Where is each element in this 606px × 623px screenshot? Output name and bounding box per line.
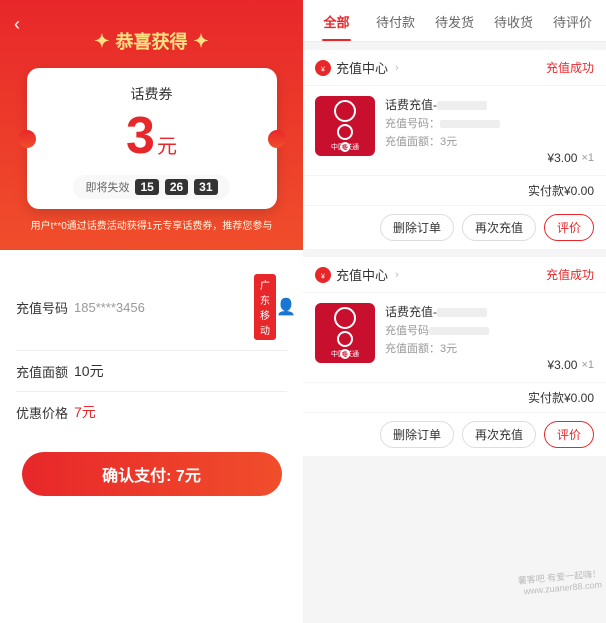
tab-待评价[interactable]: 待评价 bbox=[543, 0, 602, 41]
congrats-header: ✦ 恭喜获得 ✦ bbox=[94, 28, 208, 54]
store-icon: ¥ bbox=[315, 267, 331, 283]
review-button[interactable]: 评价 bbox=[544, 421, 594, 448]
order-body: 中国联通 话费充值- 充值号码： 充值面额：3元 ¥3.00 ×1 bbox=[303, 86, 606, 175]
store-name: 充值中心 bbox=[336, 265, 388, 284]
coupon-amount: 3 bbox=[126, 108, 155, 165]
back-button[interactable]: ‹ bbox=[14, 14, 20, 35]
product-detail-1: 充值号码 bbox=[385, 322, 594, 338]
product-image: 中国联通 bbox=[315, 303, 375, 363]
order-actions: 删除订单 再次充值 评价 bbox=[303, 205, 606, 249]
svg-text:¥: ¥ bbox=[321, 66, 325, 73]
promo-text: 用户t**0通过话费活动获得1元专享话费券，推荐您参与 bbox=[24, 219, 280, 234]
expire-label: 即将失效 bbox=[85, 179, 129, 195]
product-detail-1: 充值号码： bbox=[385, 115, 594, 131]
coupon-expire: 即将失效 15 26 31 bbox=[73, 175, 229, 199]
product-price-row: ¥3.00 ×1 bbox=[385, 151, 594, 165]
left-panel: ‹ ✦ 恭喜获得 ✦ 话费券 3 元 即将失效 15 26 31 用户t**0通… bbox=[0, 0, 303, 623]
product-name: 话费充值- bbox=[385, 96, 594, 113]
product-price-row: ¥3.00 ×1 bbox=[385, 358, 594, 372]
delete-order-button[interactable]: 删除订单 bbox=[380, 421, 454, 448]
order-status: 充值成功 bbox=[546, 266, 594, 283]
product-info: 话费充值- 充值号码 充值面额：3元 ¥3.00 ×1 bbox=[385, 303, 594, 372]
actual-price: 实付款¥0.00 bbox=[528, 389, 594, 406]
time-badge-3: 31 bbox=[194, 179, 217, 195]
sparkle-left-icon: ✦ bbox=[94, 31, 109, 52]
order-status: 充值成功 bbox=[546, 59, 594, 76]
product-info: 话费充值- 充值号码： 充值面额：3元 ¥3.00 ×1 bbox=[385, 96, 594, 165]
sparkle-right-icon: ✦ bbox=[194, 31, 209, 52]
order-footer: 实付款¥0.00 bbox=[303, 382, 606, 412]
coupon-title: 话费券 bbox=[131, 84, 173, 104]
tab-全部[interactable]: 全部 bbox=[307, 0, 366, 41]
person-icon[interactable]: 👤 bbox=[276, 297, 296, 317]
product-qty: ×1 bbox=[581, 359, 594, 371]
phone-row: 充值号码 广东移动 👤 bbox=[16, 264, 287, 351]
store-name: 充值中心 bbox=[336, 58, 388, 77]
carrier-tag: 广东移动 bbox=[254, 274, 276, 340]
product-price: ¥3.00 bbox=[547, 151, 577, 165]
right-panel: 全部待付款待发货待收货待评价 ¥ 充值中心 › 充值成功 bbox=[303, 0, 606, 623]
time-badge-2: 26 bbox=[165, 179, 188, 195]
tab-待发货[interactable]: 待发货 bbox=[425, 0, 484, 41]
review-button[interactable]: 评价 bbox=[544, 214, 594, 241]
order-body: 中国联通 话费充值- 充值号码 充值面额：3元 ¥3.00 ×1 bbox=[303, 293, 606, 382]
store-arrow-icon: › bbox=[395, 62, 399, 74]
tabs-row: 全部待付款待发货待收货待评价 bbox=[303, 0, 606, 42]
actual-price: 实付款¥0.00 bbox=[528, 182, 594, 199]
store-icon: ¥ bbox=[315, 60, 331, 76]
coupon-unit: 元 bbox=[157, 130, 177, 159]
form-section: 充值号码 广东移动 👤 充值面额 10元 优惠价格 7元 确认支付: 7元 bbox=[0, 250, 303, 623]
tab-待收货[interactable]: 待收货 bbox=[484, 0, 543, 41]
order-header: ¥ 充值中心 › 充值成功 bbox=[303, 50, 606, 86]
coupon-card: 话费券 3 元 即将失效 15 26 31 bbox=[27, 68, 277, 209]
product-qty: ×1 bbox=[581, 152, 594, 164]
price-value: 7元 bbox=[74, 402, 96, 422]
order-footer: 实付款¥0.00 bbox=[303, 175, 606, 205]
product-image: 中国联通 bbox=[315, 96, 375, 156]
product-name: 话费充值- bbox=[385, 303, 594, 320]
orders-scroll[interactable]: ¥ 充值中心 › 充值成功 中国联通 bbox=[303, 42, 606, 623]
confirm-button[interactable]: 确认支付: 7元 bbox=[22, 452, 282, 496]
order-card: ¥ 充值中心 › 充值成功 中国联通 bbox=[303, 50, 606, 249]
product-price: ¥3.00 bbox=[547, 358, 577, 372]
svg-text:¥: ¥ bbox=[321, 273, 325, 280]
delete-order-button[interactable]: 删除订单 bbox=[380, 214, 454, 241]
product-detail-2: 充值面额：3元 bbox=[385, 340, 594, 356]
amount-value: 10元 bbox=[74, 361, 104, 381]
congrats-text: 恭喜获得 bbox=[116, 28, 188, 54]
tab-待付款[interactable]: 待付款 bbox=[366, 0, 425, 41]
order-store: ¥ 充值中心 › bbox=[315, 265, 399, 284]
recharge-button[interactable]: 再次充值 bbox=[462, 214, 536, 241]
price-label: 优惠价格 bbox=[16, 403, 74, 422]
order-store: ¥ 充值中心 › bbox=[315, 58, 399, 77]
coupon-amount-row: 3 元 bbox=[126, 108, 177, 165]
order-card: ¥ 充值中心 › 充值成功 中国联通 bbox=[303, 257, 606, 456]
recharge-button[interactable]: 再次充值 bbox=[462, 421, 536, 448]
amount-row: 充值面额 10元 bbox=[16, 351, 287, 392]
amount-label: 充值面额 bbox=[16, 362, 74, 381]
order-header: ¥ 充值中心 › 充值成功 bbox=[303, 257, 606, 293]
phone-label: 充值号码 bbox=[16, 298, 74, 317]
product-detail-2: 充值面额：3元 bbox=[385, 133, 594, 149]
store-arrow-icon: › bbox=[395, 269, 399, 281]
phone-input[interactable] bbox=[74, 300, 250, 315]
price-row: 优惠价格 7元 bbox=[16, 392, 287, 432]
order-actions: 删除订单 再次充值 评价 bbox=[303, 412, 606, 456]
time-badge-1: 15 bbox=[135, 179, 158, 195]
